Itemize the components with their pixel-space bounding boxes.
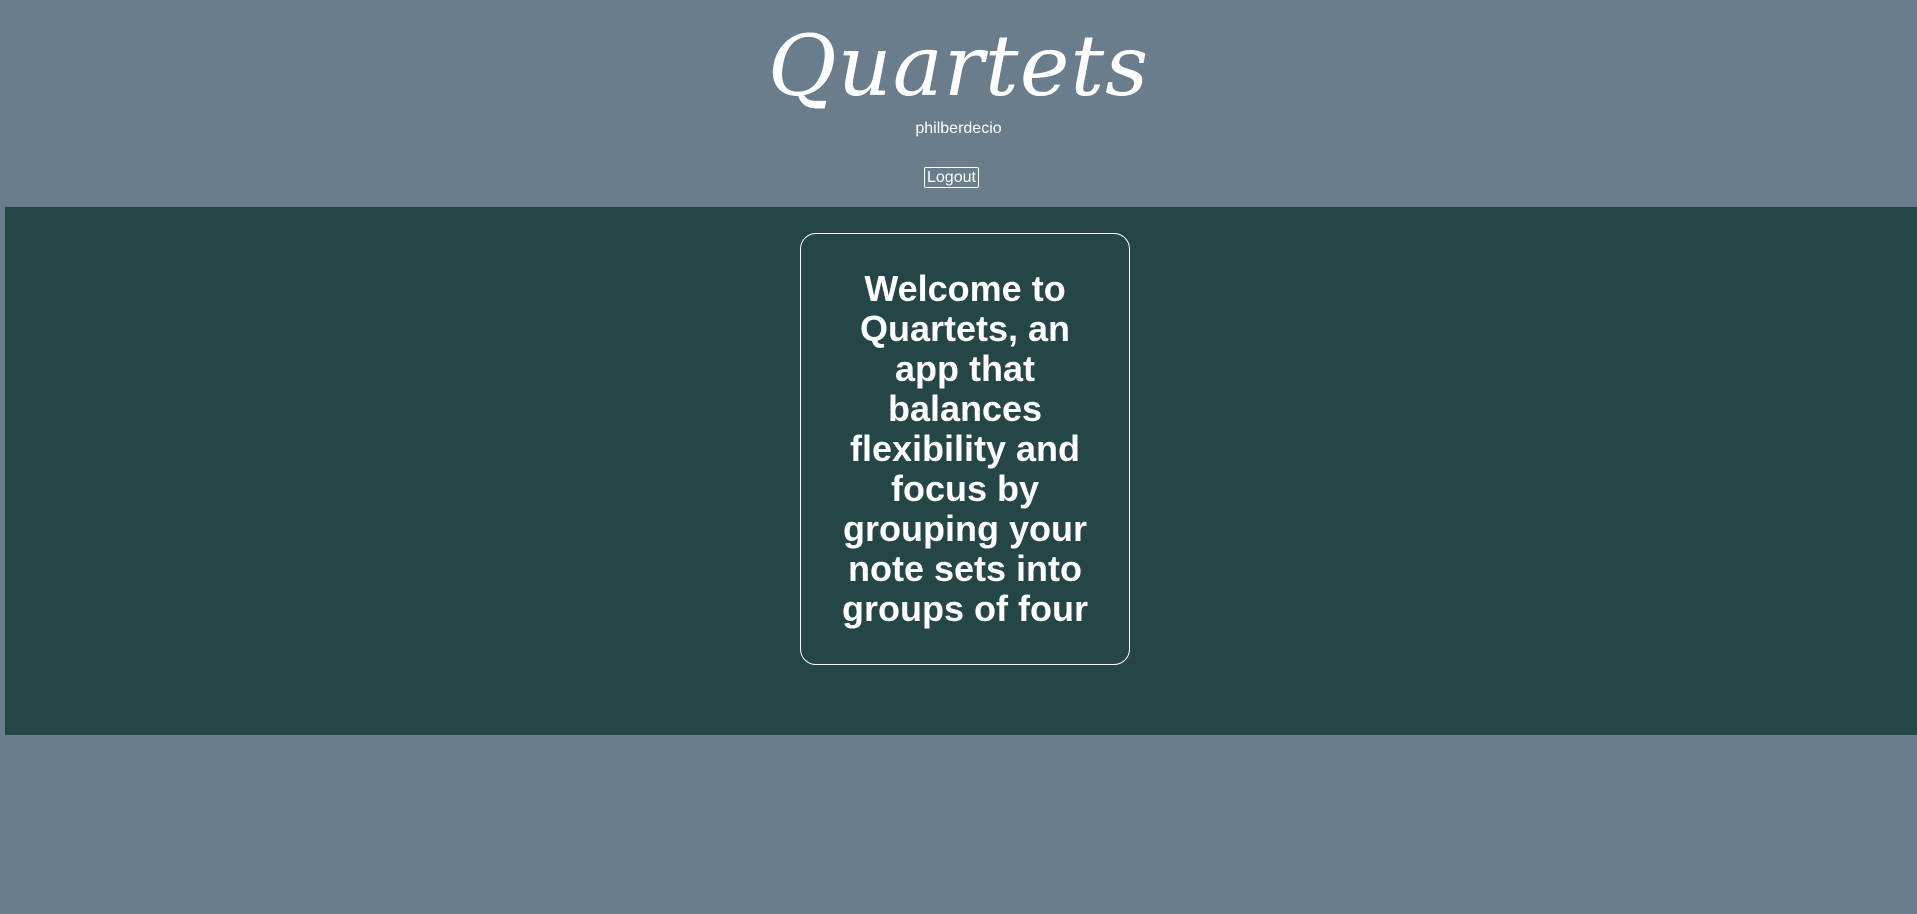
logout-button[interactable]: Logout	[924, 167, 979, 188]
welcome-message: Welcome to Quartets, an app that balance…	[842, 268, 1088, 629]
app-logo-title: Quartets	[767, 17, 1150, 115]
welcome-card: Welcome to Quartets, an app that balance…	[800, 233, 1130, 665]
header: Quartets philberdecio Logout	[0, 0, 1917, 207]
page: Quartets philberdecio Logout Welcome to …	[0, 0, 1917, 914]
main-content: Welcome to Quartets, an app that balance…	[5, 207, 1917, 735]
username: philberdecio	[915, 120, 1002, 137]
